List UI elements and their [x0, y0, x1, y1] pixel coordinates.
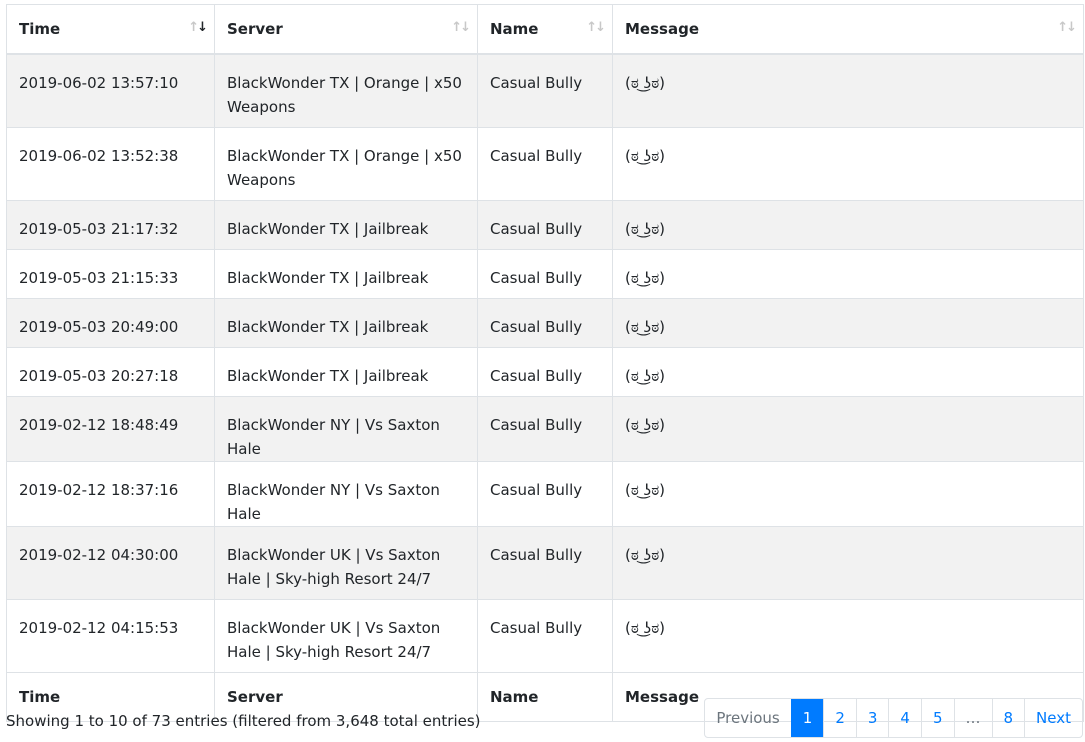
previous-button[interactable]: Previous — [705, 699, 790, 737]
column-header-name[interactable]: Name ↑↓ — [477, 4, 613, 55]
cell-message: (ಠ ͜ʖಠ) — [612, 525, 1084, 600]
cell-time: 2019-05-03 21:15:33 — [6, 248, 215, 299]
cell-name: Casual Bully — [477, 395, 613, 462]
page-5-button[interactable]: 5 — [920, 699, 954, 737]
table-row: 2019-05-03 21:15:33 BlackWonder TX | Jai… — [6, 248, 1084, 299]
table-row: 2019-05-03 20:27:18 BlackWonder TX | Jai… — [6, 346, 1084, 397]
cell-time: 2019-05-03 21:17:32 — [6, 199, 215, 250]
cell-time: 2019-05-03 20:27:18 — [6, 346, 215, 397]
column-header-server[interactable]: Server ↑↓ — [214, 4, 478, 55]
cell-server: BlackWonder TX | Jailbreak — [214, 297, 478, 348]
table-row: 2019-02-12 04:30:00 BlackWonder UK | Vs … — [6, 525, 1084, 600]
cell-message: (ಠ ͜ʖಠ) — [612, 395, 1084, 462]
cell-name: Casual Bully — [477, 346, 613, 397]
pagination-ellipsis: … — [953, 699, 992, 737]
cell-time: 2019-06-02 13:57:10 — [6, 53, 215, 128]
cell-server: BlackWonder UK | Vs Saxton Hale | Sky-hi… — [214, 525, 478, 600]
cell-time: 2019-02-12 04:30:00 — [6, 525, 215, 600]
cell-time: 2019-02-12 18:48:49 — [6, 395, 215, 462]
pagination: Previous 1 2 3 4 5 … 8 Next — [704, 698, 1083, 738]
table-row: 2019-05-03 21:17:32 BlackWonder TX | Jai… — [6, 199, 1084, 250]
page-2-button[interactable]: 2 — [823, 699, 856, 737]
cell-server: BlackWonder TX | Jailbreak — [214, 346, 478, 397]
cell-name: Casual Bully — [477, 53, 613, 128]
footer-name: Name — [477, 671, 613, 722]
table-row: 2019-02-12 18:37:16 BlackWonder NY | Vs … — [6, 460, 1084, 527]
table-row: 2019-06-02 13:52:38 BlackWonder TX | Ora… — [6, 126, 1084, 201]
cell-name: Casual Bully — [477, 126, 613, 201]
page-3-button[interactable]: 3 — [855, 699, 889, 737]
cell-message: (ಠ ͜ʖಠ) — [612, 126, 1084, 201]
cell-name: Casual Bully — [477, 598, 613, 673]
cell-name: Casual Bully — [477, 297, 613, 348]
cell-server: BlackWonder TX | Jailbreak — [214, 248, 478, 299]
table-row: 2019-02-12 18:48:49 BlackWonder NY | Vs … — [6, 395, 1084, 462]
next-button[interactable]: Next — [1024, 699, 1082, 737]
cell-name: Casual Bully — [477, 525, 613, 600]
cell-server: BlackWonder NY | Vs Saxton Hale — [214, 395, 478, 462]
cell-message: (ಠ ͜ʖಠ) — [612, 460, 1084, 527]
column-header-message[interactable]: Message ↑↓ — [612, 4, 1084, 55]
sort-arrows-icon: ↑↓ — [1057, 20, 1077, 35]
cell-message: (ಠ ͜ʖಠ) — [612, 53, 1084, 128]
sort-arrows-icon: ↑↓ — [451, 20, 471, 35]
cell-time: 2019-06-02 13:52:38 — [6, 126, 215, 201]
column-header-time[interactable]: Time ↑↓ — [6, 4, 215, 55]
cell-server: BlackWonder TX | Orange | x50 Weapons — [214, 53, 478, 128]
sort-arrows-icon: ↑↓ — [188, 20, 208, 35]
cell-server: BlackWonder NY | Vs Saxton Hale — [214, 460, 478, 527]
page: Time ↑↓ Server ↑↓ Name ↑↓ Message ↑↓ 201… — [0, 0, 1085, 742]
sort-arrows-icon: ↑↓ — [586, 20, 606, 35]
page-8-button[interactable]: 8 — [991, 699, 1025, 737]
cell-name: Casual Bully — [477, 199, 613, 250]
page-1-button[interactable]: 1 — [790, 699, 824, 737]
cell-time: 2019-02-12 18:37:16 — [6, 460, 215, 527]
cell-name: Casual Bully — [477, 248, 613, 299]
table-row: 2019-05-03 20:49:00 BlackWonder TX | Jai… — [6, 297, 1084, 348]
table-row: 2019-02-12 04:15:53 BlackWonder UK | Vs … — [6, 598, 1084, 673]
cell-server: BlackWonder UK | Vs Saxton Hale | Sky-hi… — [214, 598, 478, 673]
cell-message: (ಠ ͜ʖಠ) — [612, 346, 1084, 397]
cell-server: BlackWonder TX | Jailbreak — [214, 199, 478, 250]
entries-info: Showing 1 to 10 of 73 entries (filtered … — [6, 712, 481, 730]
table-header-row: Time ↑↓ Server ↑↓ Name ↑↓ Message ↑↓ — [6, 4, 1084, 55]
table-row: 2019-06-02 13:57:10 BlackWonder TX | Ora… — [6, 53, 1084, 128]
cell-name: Casual Bully — [477, 460, 613, 527]
cell-server: BlackWonder TX | Orange | x50 Weapons — [214, 126, 478, 201]
cell-message: (ಠ ͜ʖಠ) — [612, 199, 1084, 250]
page-4-button[interactable]: 4 — [888, 699, 921, 737]
cell-time: 2019-02-12 04:15:53 — [6, 598, 215, 673]
cell-time: 2019-05-03 20:49:00 — [6, 297, 215, 348]
cell-message: (ಠ ͜ʖಠ) — [612, 297, 1084, 348]
cell-message: (ಠ ͜ʖಠ) — [612, 248, 1084, 299]
cell-message: (ಠ ͜ʖಠ) — [612, 598, 1084, 673]
messages-table: Time ↑↓ Server ↑↓ Name ↑↓ Message ↑↓ 201… — [6, 4, 1084, 722]
